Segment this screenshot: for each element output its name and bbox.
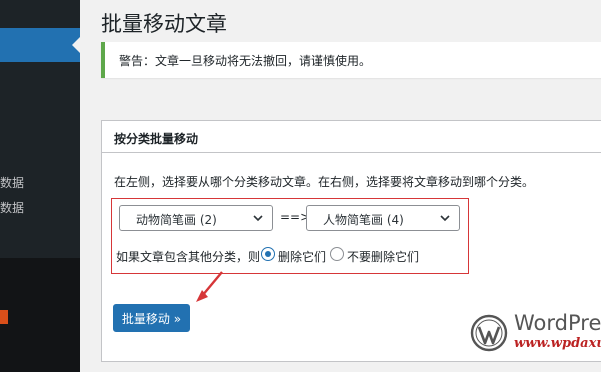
wordpress-logo-icon xyxy=(470,314,508,352)
other-categories-label: 如果文章包含其他分类，则 xyxy=(116,250,261,264)
radio-delete-label[interactable]: 删除它们 xyxy=(278,248,326,265)
page-title: 批量移动文章 xyxy=(101,12,227,36)
watermark-name: WordPress xyxy=(514,311,601,335)
notice-text: 警告：文章一旦移动将无法撤回，请谨慎使用。 xyxy=(119,54,372,68)
sidebar-item-current[interactable] xyxy=(0,28,80,62)
annotation-arrow-icon xyxy=(196,271,223,302)
target-category-value: 人物简笔画 (4) xyxy=(323,213,404,227)
radio-keep[interactable] xyxy=(330,247,344,261)
radio-keep-label[interactable]: 不要删除它们 xyxy=(347,248,419,265)
watermark-url: www.wpdaxue xyxy=(514,336,601,351)
current-menu-arrow xyxy=(72,37,80,53)
chevron-down-icon xyxy=(253,215,263,222)
bulk-move-button[interactable]: 批量移动 » xyxy=(113,304,190,332)
source-category-select[interactable]: 动物简笔画 (2) xyxy=(119,205,273,231)
warning-notice: 警告：文章一旦移动将无法撤回，请谨慎使用。 xyxy=(101,42,601,78)
sidebar-badge-mark xyxy=(0,310,8,324)
sidebar-item-label[interactable]: 数据 xyxy=(0,174,24,191)
highlight-box: 动物简笔画 (2) ==> 人物简笔画 (4) 如果文章包含其他分类，则 删除它… xyxy=(111,198,469,274)
sidebar-item-label[interactable]: 数据 xyxy=(0,199,24,216)
card-description: 在左侧，选择要从哪个分类移动文章。在右侧，选择要将文章移动到哪个分类。 xyxy=(114,175,535,189)
chevron-down-icon xyxy=(440,215,450,222)
radio-delete[interactable] xyxy=(261,247,275,261)
card-header: 按分类批量移动 xyxy=(102,121,601,153)
admin-sidebar: 数据 数据 xyxy=(0,0,80,372)
target-category-select[interactable]: 人物简笔画 (4) xyxy=(306,205,460,231)
source-category-value: 动物简笔画 (2) xyxy=(136,213,217,227)
card-title: 按分类批量移动 xyxy=(114,132,199,146)
sidebar-bottom-region xyxy=(0,258,80,372)
